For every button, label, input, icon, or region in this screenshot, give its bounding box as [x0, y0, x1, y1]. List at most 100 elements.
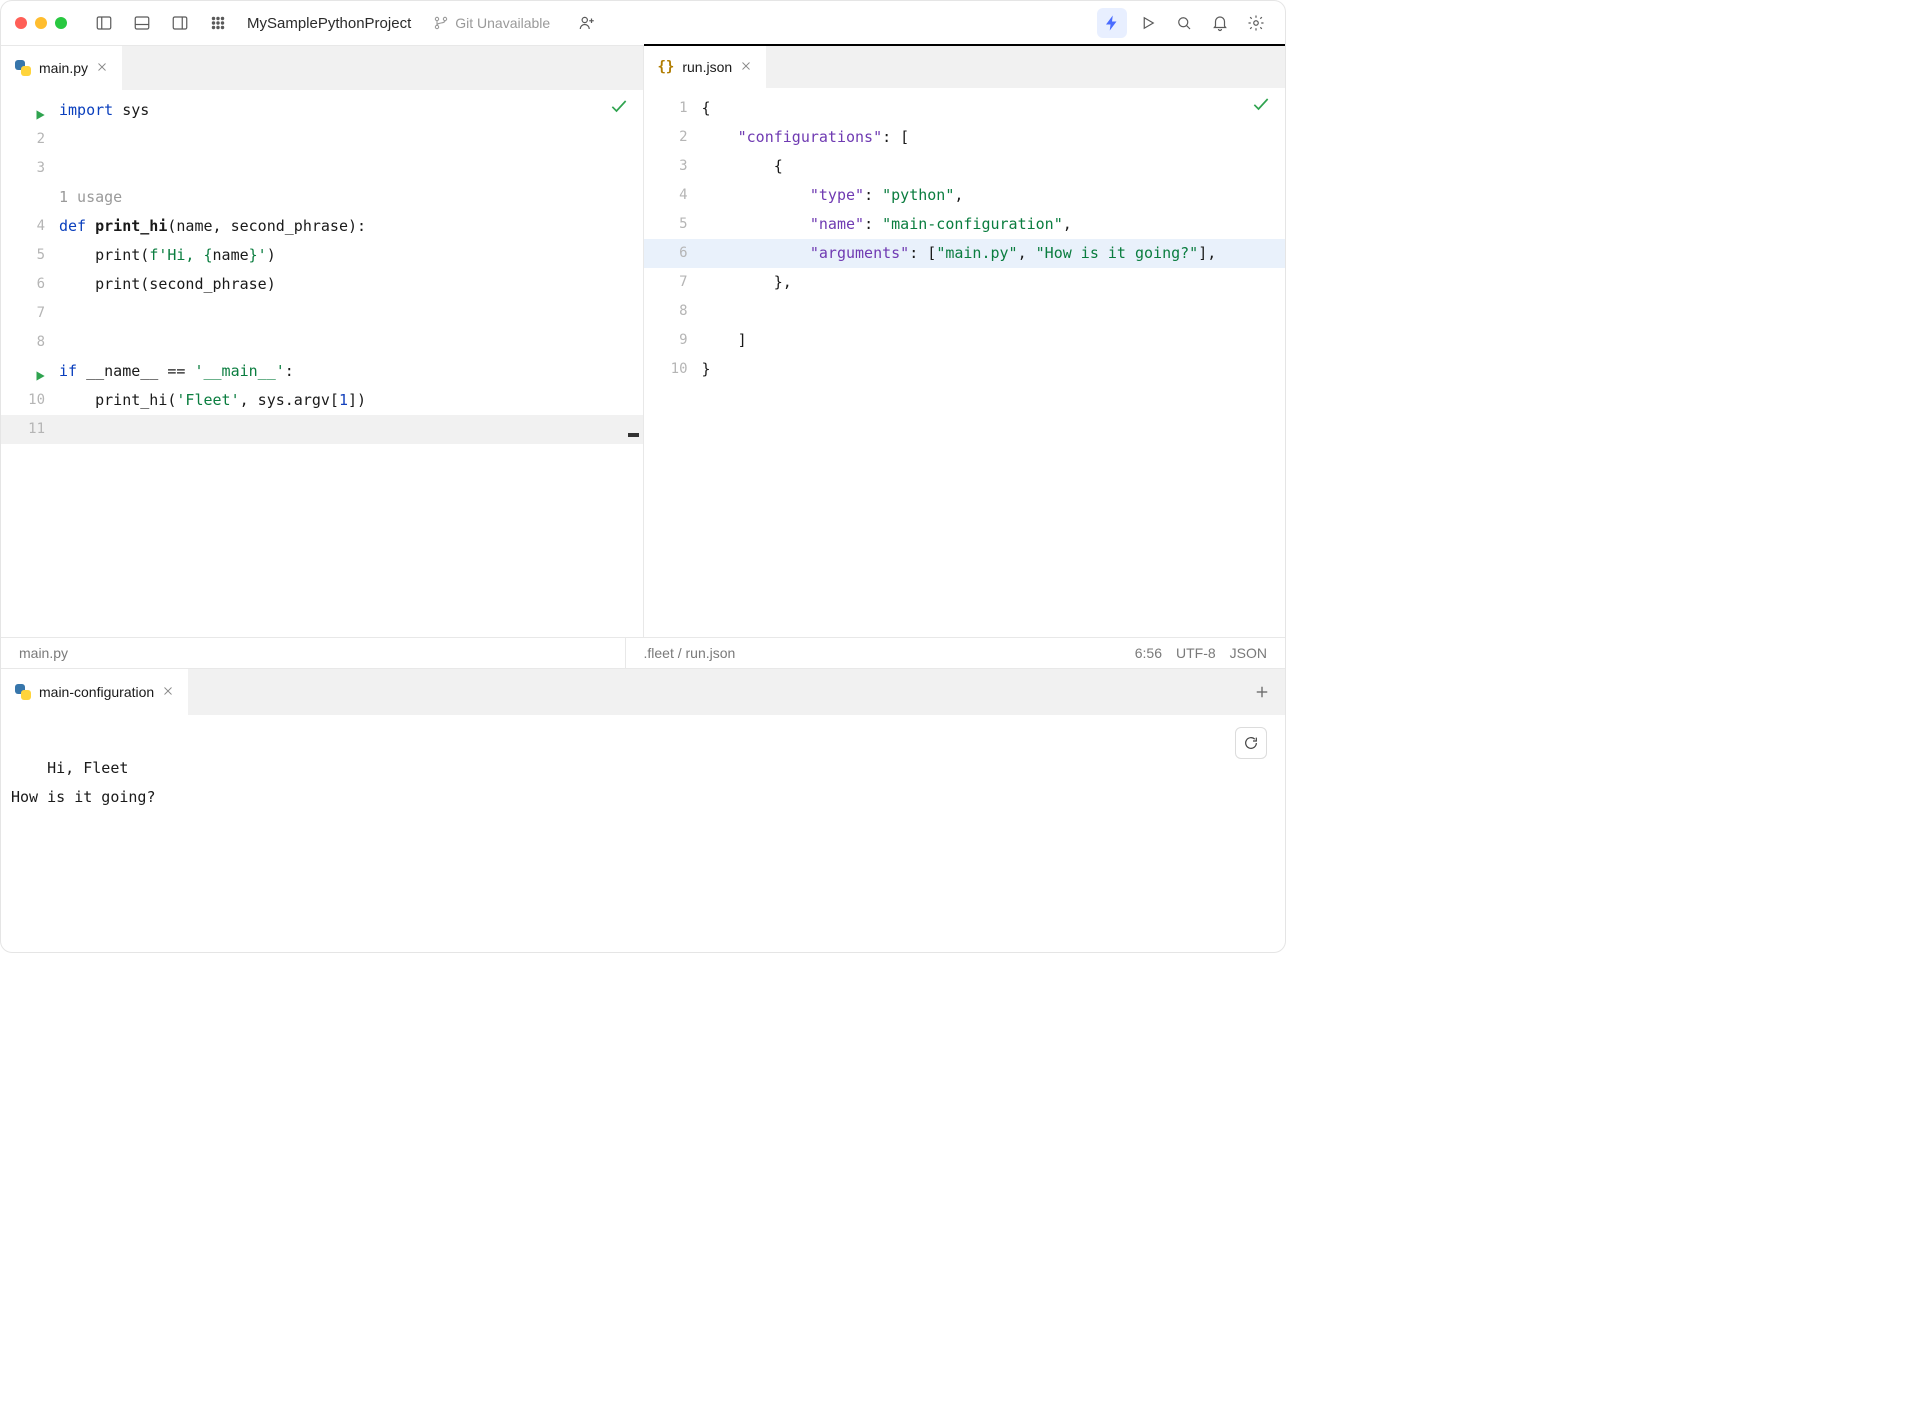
code-line[interactable]: 5 "name": "main-configuration", [644, 210, 1286, 239]
line-number: 6 [644, 239, 702, 268]
code-line[interactable]: 4 "type": "python", [644, 181, 1286, 210]
code-line[interactable]: 7 }, [644, 268, 1286, 297]
code-line[interactable]: 8 [644, 297, 1286, 326]
line-number: 7 [1, 299, 59, 328]
run-icon[interactable] [1133, 8, 1163, 38]
editor-right[interactable]: 1{2 "configurations": [3 {4 "type": "pyt… [644, 88, 1286, 637]
invite-collaborator-icon[interactable] [572, 8, 602, 38]
editor-left[interactable]: 1import sys231 usage4def print_hi(name, … [1, 90, 643, 637]
code-line[interactable]: 9 ] [644, 326, 1286, 355]
run-output-text: Hi, Fleet How is it going? [11, 759, 156, 806]
tabstrip-left: main.py [1, 46, 643, 90]
code-content: "name": "main-configuration", [702, 210, 1286, 239]
line-number: 10 [644, 355, 702, 384]
code-content: ] [702, 326, 1286, 355]
line-number: 6 [1, 270, 59, 299]
run-tabstrip: main-configuration [1, 669, 1285, 715]
git-status[interactable]: Git Unavailable [433, 15, 550, 31]
line-number: 9 [644, 326, 702, 355]
code-line[interactable]: 10} [644, 355, 1286, 384]
code-line[interactable]: 10 print_hi('Fleet', sys.argv[1]) [1, 386, 643, 415]
code-line[interactable]: 8 [1, 328, 643, 357]
notifications-icon[interactable] [1205, 8, 1235, 38]
code-content: "type": "python", [702, 181, 1286, 210]
run-tab-label: main-configuration [39, 684, 154, 700]
minimize-window-button[interactable] [35, 17, 47, 29]
add-run-tab-icon[interactable] [1239, 669, 1285, 715]
code-line[interactable]: 4def print_hi(name, second_phrase): [1, 212, 643, 241]
tab-main-py[interactable]: main.py [1, 46, 122, 90]
line-number: 2 [644, 123, 702, 152]
code-line[interactable]: 7 [1, 299, 643, 328]
line-number: 7 [644, 268, 702, 297]
run-output[interactable]: Hi, Fleet How is it going? [1, 715, 1285, 952]
line-number: 1 [644, 94, 702, 123]
line-number: 11 [1, 415, 59, 444]
code-content: print(second_phrase) [59, 270, 643, 299]
close-tab-icon[interactable] [96, 60, 108, 76]
run-gutter-icon[interactable] [33, 103, 47, 132]
code-line[interactable]: 1{ [644, 94, 1286, 123]
titlebar: MySamplePythonProject Git Unavailable [1, 1, 1285, 46]
right-panel-toggle-icon[interactable] [165, 8, 195, 38]
code-line[interactable]: 6 "arguments": ["main.py", "How is it go… [644, 239, 1286, 268]
close-window-button[interactable] [15, 17, 27, 29]
code-line[interactable]: 9if __name__ == '__main__': [1, 357, 643, 386]
code-line[interactable]: 2 [1, 125, 643, 154]
code-line[interactable]: 2 "configurations": [ [644, 123, 1286, 152]
line-number: 4 [1, 212, 59, 241]
code-line[interactable]: 1import sys [1, 96, 643, 125]
python-file-icon [15, 684, 31, 700]
line-number: 2 [1, 125, 59, 154]
inspection-ok-icon[interactable] [1251, 94, 1271, 117]
refresh-icon [1243, 735, 1259, 751]
close-tab-icon[interactable] [740, 59, 752, 75]
smart-mode-icon[interactable] [1097, 8, 1127, 38]
code-content: }, [702, 268, 1286, 297]
tab-label: run.json [682, 59, 732, 75]
apps-grid-icon[interactable] [203, 8, 233, 38]
line-number: 10 [1, 386, 59, 415]
line-number: 4 [644, 181, 702, 210]
json-file-icon: {} [658, 59, 675, 75]
left-panel-toggle-icon[interactable] [89, 8, 119, 38]
tab-run-json[interactable]: {} run.json [644, 46, 767, 88]
code-content: { [702, 94, 1286, 123]
code-line[interactable]: 6 print(second_phrase) [1, 270, 643, 299]
rerun-button[interactable] [1235, 727, 1267, 759]
breadcrumb-bar: main.py .fleet / run.json 6:56 UTF-8 JSO… [1, 637, 1285, 669]
close-run-tab-icon[interactable] [162, 684, 174, 700]
code-content: "configurations": [ [702, 123, 1286, 152]
code-content: } [702, 355, 1286, 384]
code-line[interactable]: 5 print(f'Hi, {name}') [1, 241, 643, 270]
search-icon[interactable] [1169, 8, 1199, 38]
code-content: print(f'Hi, {name}') [59, 241, 643, 270]
run-gutter-icon[interactable] [33, 364, 47, 393]
file-language[interactable]: JSON [1230, 645, 1267, 661]
line-number: 8 [644, 297, 702, 326]
cursor-position[interactable]: 6:56 [1135, 645, 1162, 661]
code-content: if __name__ == '__main__': [59, 357, 643, 386]
code-line[interactable]: 3 { [644, 152, 1286, 181]
code-content: "arguments": ["main.py", "How is it goin… [702, 239, 1286, 268]
code-content: import sys [59, 96, 643, 125]
code-content: { [702, 152, 1286, 181]
breadcrumb-right[interactable]: .fleet / run.json [644, 645, 736, 661]
run-tab-main-configuration[interactable]: main-configuration [1, 669, 188, 715]
zoom-window-button[interactable] [55, 17, 67, 29]
code-line[interactable]: 3 [1, 154, 643, 183]
line-number: 5 [644, 210, 702, 239]
file-encoding[interactable]: UTF-8 [1176, 645, 1216, 661]
run-tool-window: main-configuration Hi, Fleet How is it g… [1, 669, 1285, 952]
tabstrip-right: {} run.json [644, 44, 1286, 88]
bottom-panel-toggle-icon[interactable] [127, 8, 157, 38]
git-branch-icon [433, 15, 449, 31]
line-number: 8 [1, 328, 59, 357]
scrollbar-marker [628, 433, 639, 437]
tab-label: main.py [39, 60, 88, 76]
code-line[interactable]: 11 [1, 415, 643, 444]
usage-hint[interactable]: 1 usage [59, 183, 643, 212]
git-status-label: Git Unavailable [455, 15, 550, 31]
breadcrumb-left[interactable]: main.py [19, 645, 68, 661]
settings-icon[interactable] [1241, 8, 1271, 38]
